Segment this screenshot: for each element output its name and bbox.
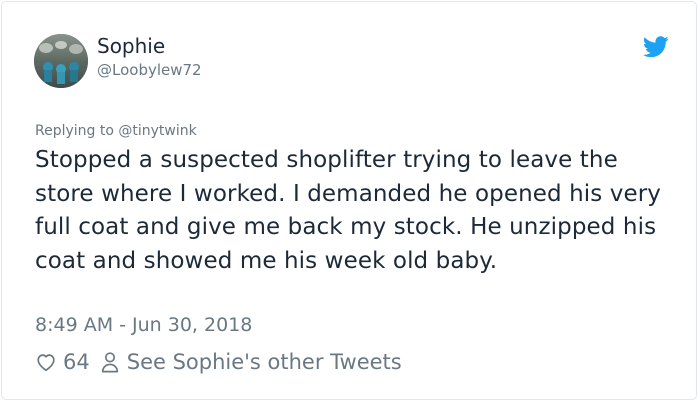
reply-context[interactable]: Replying to @tinytwink <box>35 122 197 140</box>
tweet-text: Stopped a suspected shoplifter trying to… <box>35 147 662 274</box>
tweet-timestamp[interactable]: 8:49 AM - Jun 30, 2018 <box>35 313 252 337</box>
user-handle[interactable]: @Loobylew72 <box>97 60 202 80</box>
other-tweets-link[interactable]: See Sophie's other Tweets <box>127 350 402 374</box>
tweet-actions: 64 See Sophie's other Tweets <box>35 347 402 377</box>
display-name[interactable]: Sophie <box>97 33 165 59</box>
like-count[interactable]: 64 <box>63 350 90 374</box>
person-icon <box>101 352 118 373</box>
twitter-bird-icon[interactable] <box>643 36 669 58</box>
avatar-image <box>34 34 88 88</box>
heart-icon[interactable] <box>35 351 57 373</box>
tweet-card: Sophie @Loobylew72 Replying to @tinytwin… <box>1 1 697 400</box>
avatar[interactable] <box>34 34 88 88</box>
